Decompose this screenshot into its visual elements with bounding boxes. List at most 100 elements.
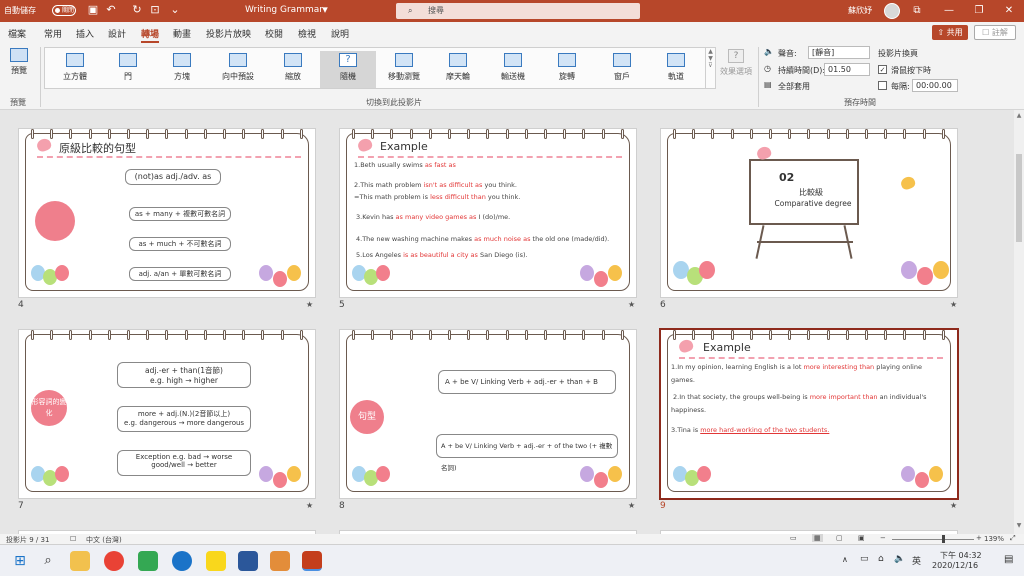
windows-start-icon[interactable]: ⊞	[10, 551, 30, 571]
tray-expand-icon[interactable]: ∧	[842, 555, 848, 564]
volume-icon[interactable]: 🔈	[894, 554, 905, 564]
file-explorer-icon[interactable]	[70, 551, 90, 571]
media-app-icon[interactable]	[270, 551, 290, 571]
preview-button[interactable]: 預覽	[4, 48, 34, 76]
vertical-scrollbar[interactable]: ▲ ▼	[1014, 110, 1024, 534]
slide-thumbnail-6[interactable]: 02 比較級 Comparative degree	[660, 128, 958, 298]
transition-doors[interactable]: 門	[100, 51, 156, 88]
zoom-in-icon[interactable]: +	[976, 534, 982, 542]
search-icon[interactable]: ⌕	[38, 551, 58, 571]
duration-input[interactable]: 01.50	[824, 63, 870, 76]
transition-pan[interactable]: 移動瀏覽	[376, 51, 432, 88]
slide-number: 9	[660, 501, 666, 511]
slide-thumbnail-4[interactable]: 原級比較的句型 (not)as adj./adv. as as + many +…	[18, 128, 316, 298]
proofing-icon[interactable]: ☐	[70, 535, 76, 543]
tab-view[interactable]: 檢視	[298, 27, 316, 40]
undo-icon[interactable]: ↶	[104, 3, 118, 17]
slide-sorter-view-icon[interactable]: ▦	[812, 534, 823, 542]
scroll-down-icon[interactable]: ▼	[1014, 522, 1024, 529]
transition-star-icon[interactable]: ★	[950, 501, 957, 510]
restore-icon[interactable]: ❐	[970, 2, 988, 20]
clock-date[interactable]: 2020/12/16	[932, 561, 978, 570]
transition-random[interactable]: ? 隨機	[320, 51, 376, 88]
slide-thumbnail-8[interactable]: 句型 A + be V/ Linking Verb + adj.-er + th…	[339, 329, 637, 499]
transition-star-icon[interactable]: ★	[628, 300, 635, 309]
edge-icon[interactable]	[172, 551, 192, 571]
tab-design[interactable]: 設計	[108, 27, 126, 40]
powerpoint-icon[interactable]	[302, 551, 322, 571]
zoom-out-icon[interactable]: −	[880, 534, 886, 542]
tab-animations[interactable]: 動畫	[173, 27, 191, 40]
section-number: 02	[779, 171, 795, 184]
battery-icon[interactable]: ▭	[860, 554, 869, 564]
after-checkbox[interactable]	[878, 81, 887, 90]
gallery-scroll[interactable]: ▲ ▼ ⊽	[705, 48, 715, 88]
start-slideshow-icon[interactable]: ⊡	[148, 3, 162, 17]
balloon	[915, 472, 929, 488]
tab-insert[interactable]: 插入	[76, 27, 94, 40]
tab-home[interactable]: 常用	[44, 27, 62, 40]
notifications-icon[interactable]: ▤	[1004, 554, 1013, 565]
apply-all-button[interactable]: 全部套用	[778, 81, 810, 92]
transition-ferris-wheel[interactable]: 摩天輪	[430, 51, 486, 88]
normal-view-icon[interactable]: ▭	[790, 534, 797, 542]
network-icon[interactable]: ⌂	[878, 554, 884, 564]
clock-time[interactable]: 下午 04:32	[940, 550, 982, 561]
avatar[interactable]	[884, 3, 900, 19]
redo-icon[interactable]: ↻	[130, 3, 144, 17]
rule-box: adj.-er + than(1音節) e.g. high → higher	[117, 362, 251, 388]
slide-thumbnail-5[interactable]: Example 1.Beth usually swims as fast as …	[339, 128, 637, 298]
search-input[interactable]: ⌕ 搜尋	[396, 3, 640, 19]
effect-options-button[interactable]: ? 效果選項	[716, 49, 756, 77]
zoom-slider-thumb[interactable]	[942, 535, 945, 543]
transition-conveyor[interactable]: 輸送機	[485, 51, 541, 88]
chrome-icon[interactable]	[104, 551, 124, 571]
ribbon-display-icon[interactable]: ⧉	[908, 2, 926, 20]
transition-star-icon[interactable]: ★	[306, 501, 313, 510]
save-icon[interactable]: ▣	[86, 3, 100, 17]
autosave-toggle[interactable]: 關閉	[52, 5, 76, 16]
transition-cube[interactable]: 立方體	[47, 51, 103, 88]
title-underline	[358, 156, 622, 158]
user-name[interactable]: 蘇欣妤	[848, 5, 872, 16]
scroll-thumb[interactable]	[1016, 154, 1022, 242]
transition-rotate[interactable]: 旋轉	[539, 51, 595, 88]
zoom-slider[interactable]	[892, 539, 974, 540]
minimize-icon[interactable]: —	[940, 2, 958, 20]
tab-file[interactable]: 檔案	[8, 27, 26, 40]
input-indicator[interactable]: 英	[912, 554, 921, 567]
fit-window-icon[interactable]: ⤢	[1010, 534, 1016, 543]
transition-center[interactable]: 向中預設	[210, 51, 266, 88]
transition-star-icon[interactable]: ★	[950, 300, 957, 309]
title-underline	[679, 357, 943, 359]
customize-qat-icon[interactable]: ⌄	[168, 3, 182, 17]
reading-view-icon[interactable]: ▢	[836, 534, 843, 542]
word-icon[interactable]	[238, 551, 258, 571]
slide-thumbnail-9[interactable]: Example 1.In my opinion, learning Englis…	[659, 328, 959, 500]
after-input[interactable]: 00:00.00	[912, 79, 958, 92]
zoom-level[interactable]: 139%	[984, 535, 1004, 543]
tab-help[interactable]: 說明	[331, 27, 349, 40]
transition-box[interactable]: 方塊	[154, 51, 210, 88]
comments-button[interactable]: ☐ 註解	[974, 25, 1016, 40]
tab-transitions[interactable]: 轉場	[141, 27, 160, 43]
transition-window[interactable]: 窗戶	[594, 51, 650, 88]
on-click-checkbox[interactable]: ✓	[878, 65, 887, 74]
transition-star-icon[interactable]: ★	[628, 501, 635, 510]
share-button[interactable]: ⇧ 共用	[932, 25, 968, 40]
transition-star-icon[interactable]: ★	[306, 300, 313, 309]
scroll-up-icon[interactable]: ▲	[1014, 112, 1024, 119]
notebook-rings	[31, 129, 303, 139]
title-dropdown-icon[interactable]: ▾	[318, 3, 332, 17]
window-icon	[613, 53, 631, 67]
tab-review[interactable]: 校閱	[265, 27, 283, 40]
line-app-icon[interactable]	[138, 551, 158, 571]
tab-slideshow[interactable]: 投影片放映	[206, 27, 251, 40]
transition-zoom[interactable]: 縮放	[265, 51, 321, 88]
kakaotalk-icon[interactable]	[206, 551, 226, 571]
transition-orbit[interactable]: 軌道	[648, 51, 704, 88]
slideshow-view-icon[interactable]: ▣	[858, 534, 865, 542]
sound-select[interactable]: [靜音]	[808, 46, 870, 59]
close-icon[interactable]: ✕	[1000, 2, 1018, 20]
slide-thumbnail-7[interactable]: 形容詞的變化 adj.-er + than(1音節) e.g. high → hi…	[18, 329, 316, 499]
